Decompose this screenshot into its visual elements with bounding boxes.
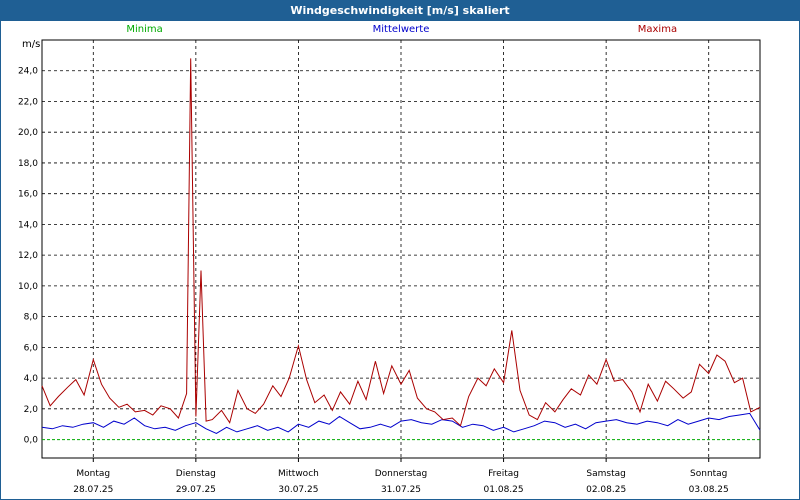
y-tick-label: 10,0: [18, 282, 38, 292]
x-tick-day: Donnerstag: [375, 469, 428, 479]
y-tick-label: 20,0: [18, 128, 38, 138]
y-tick-label: 12,0: [18, 251, 38, 261]
y-tick-label: 0,0: [24, 436, 39, 446]
x-tick-date: 02.08.25: [586, 485, 626, 495]
x-tick-date: 30.07.25: [278, 485, 318, 495]
x-tick-date: 31.07.25: [381, 485, 421, 495]
x-tick-day: Mittwoch: [278, 469, 319, 479]
y-tick-label: 18,0: [18, 159, 38, 169]
x-tick-day: Dienstag: [176, 469, 216, 479]
chart-plot: 0,0 2,0 4,0 6,0 8,0 10,0 12,0 14,0 16,0 18,0 20,0 2…: [18, 39, 761, 495]
y-tick-label: 6,0: [24, 343, 39, 353]
x-tick-day: Sonntag: [690, 469, 727, 479]
x-tick-day: Montag: [76, 469, 110, 479]
y-tick-label: 24,0: [18, 67, 38, 77]
x-tick-date: 03.08.25: [689, 485, 729, 495]
y-tick-label: 14,0: [18, 220, 38, 230]
y-tick-label: 16,0: [18, 190, 38, 200]
x-tick-date: 29.07.25: [176, 485, 216, 495]
x-tick-date: 28.07.25: [73, 485, 113, 495]
y-tick-label: 22,0: [18, 97, 38, 107]
x-tick-day: Samstag: [586, 469, 625, 479]
y-tick-label: 2,0: [24, 405, 39, 415]
y-tick-label: 4,0: [24, 374, 39, 384]
y-tick-label: 8,0: [24, 313, 39, 323]
x-tick-day: Freitag: [488, 469, 519, 479]
x-tick-date: 01.08.25: [484, 485, 524, 495]
